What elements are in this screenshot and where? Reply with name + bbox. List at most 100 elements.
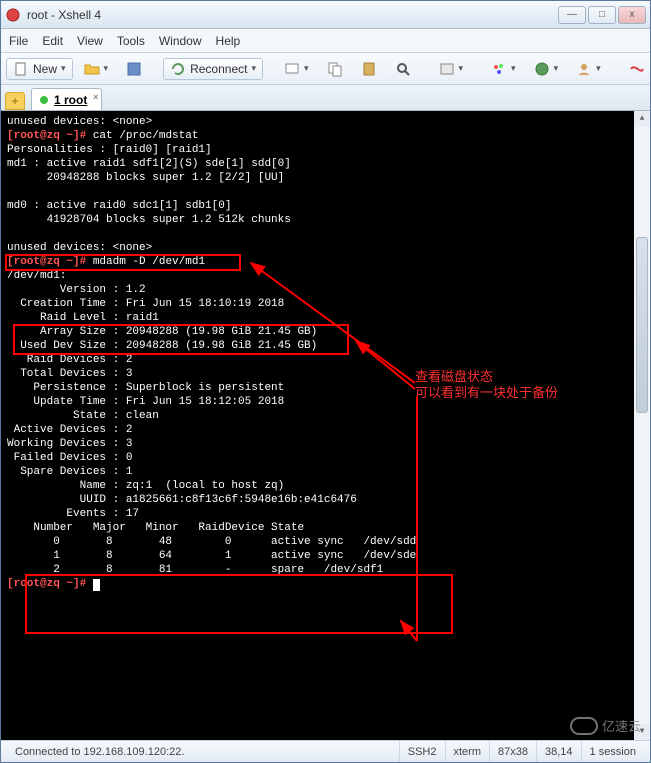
- menu-view[interactable]: View: [77, 34, 103, 48]
- minimize-button[interactable]: —: [558, 6, 586, 24]
- copy-button[interactable]: [320, 58, 350, 80]
- term-line: Active Devices : 2: [7, 423, 644, 437]
- menu-tools[interactable]: Tools: [117, 34, 145, 48]
- term-line: Number Major Minor RaidDevice State: [7, 521, 644, 535]
- app-window: root - Xshell 4 — □ x File Edit View Too…: [0, 0, 651, 763]
- term-line: Personalities : [raid0] [raid1]: [7, 143, 644, 157]
- globe-button[interactable]: [527, 58, 566, 80]
- term-line: Raid Level : raid1: [7, 311, 644, 325]
- cursor: [93, 579, 100, 591]
- term-line: Creation Time : Fri Jun 15 18:10:19 2018: [7, 297, 644, 311]
- prompt: [root@zq ~]#: [7, 130, 93, 142]
- term-line: State : clean: [7, 409, 644, 423]
- window-title: root - Xshell 4: [27, 8, 558, 22]
- term-line: md0 : active raid0 sdc1[1] sdb1[0]: [7, 199, 644, 213]
- status-pos: 38,14: [536, 741, 581, 762]
- prompt: [root@zq ~]#: [7, 578, 93, 590]
- scroll-up-icon[interactable]: ▲: [634, 111, 650, 127]
- globe-icon: [534, 61, 550, 77]
- term-line: [7, 227, 644, 241]
- maximize-button[interactable]: □: [588, 6, 616, 24]
- term-line: 41928704 blocks super 1.2 512k chunks: [7, 213, 644, 227]
- tab-1-root[interactable]: 1 root ×: [31, 88, 102, 110]
- tab-label: 1 root: [54, 93, 87, 107]
- add-tab-button[interactable]: +: [5, 92, 25, 110]
- new-button[interactable]: New: [6, 58, 73, 80]
- term-line: 20948288 blocks super 1.2 [2/2] [UU]: [7, 171, 644, 185]
- colors-button[interactable]: [484, 58, 523, 80]
- command: mdadm -D /dev/md1: [93, 256, 205, 268]
- term-line: Persistence : Superblock is persistent: [7, 381, 644, 395]
- term-line: 2 8 81 - spare /dev/sdf1: [7, 563, 644, 577]
- term-line: md1 : active raid1 sdf1[2](S) sde[1] sdd…: [7, 157, 644, 171]
- status-protocol: SSH2: [399, 741, 445, 762]
- term-line: 1 8 64 1 active sync /dev/sde: [7, 549, 644, 563]
- term-line: Events : 17: [7, 507, 644, 521]
- term-line: Raid Devices : 2: [7, 353, 644, 367]
- term-line: Name : zq:1 (local to host zq): [7, 479, 644, 493]
- menu-help[interactable]: Help: [216, 34, 241, 48]
- prompt: [root@zq ~]#: [7, 256, 93, 268]
- close-button[interactable]: x: [618, 6, 646, 24]
- terminal[interactable]: unused devices: <none> [root@zq ~]# cat …: [1, 111, 650, 740]
- toolbar: New Reconnect: [1, 53, 650, 85]
- term-line: unused devices: <none>: [7, 115, 644, 129]
- save-button[interactable]: [119, 58, 149, 80]
- terminal-scrollbar[interactable]: ▲ ▼: [634, 111, 650, 740]
- copy-icon: [327, 61, 343, 77]
- status-size: 87x38: [489, 741, 536, 762]
- term-line: Array Size : 20948288 (19.98 GiB 21.45 G…: [7, 325, 644, 339]
- watermark: 亿速云: [570, 716, 641, 735]
- props-button[interactable]: [432, 58, 471, 80]
- search-button[interactable]: [388, 58, 418, 80]
- term-line: Total Devices : 3: [7, 367, 644, 381]
- app-icon: [5, 7, 21, 23]
- term-line: [root@zq ~]# mdadm -D /dev/md1: [7, 255, 644, 269]
- window-buttons: — □ x: [558, 6, 646, 24]
- menu-window[interactable]: Window: [159, 34, 202, 48]
- paste-button[interactable]: [354, 58, 384, 80]
- profile-button[interactable]: [569, 58, 608, 80]
- tab-close-button[interactable]: ×: [93, 92, 98, 102]
- props-icon: [439, 61, 455, 77]
- term-line: Spare Devices : 1: [7, 465, 644, 479]
- scroll-thumb[interactable]: [636, 237, 648, 413]
- profile-icon: [576, 61, 592, 77]
- command: cat /proc/mdstat: [93, 130, 199, 142]
- open-button[interactable]: [77, 58, 116, 80]
- term-line: Working Devices : 3: [7, 437, 644, 451]
- term-line: [root@zq ~]#: [7, 577, 644, 591]
- new-label: New: [33, 62, 57, 76]
- red-arrow-icon: [629, 61, 645, 77]
- screen-button[interactable]: [277, 58, 316, 80]
- term-line: Update Time : Fri Jun 15 18:12:05 2018: [7, 395, 644, 409]
- color-palette-icon: [491, 61, 507, 77]
- folder-open-icon: [84, 61, 100, 77]
- search-icon: [395, 61, 411, 77]
- connection-status-icon: [40, 96, 48, 104]
- term-line: [7, 185, 644, 199]
- term-line: Version : 1.2: [7, 283, 644, 297]
- term-line: Failed Devices : 0: [7, 451, 644, 465]
- reconnect-button[interactable]: Reconnect: [163, 58, 263, 80]
- status-sessions: 1 session: [581, 741, 644, 762]
- term-line: unused devices: <none>: [7, 241, 644, 255]
- watermark-text: 亿速云: [602, 716, 641, 735]
- save-icon: [126, 61, 142, 77]
- term-line: UUID : a1825661:c8f13c6f:5948e16b:e41c64…: [7, 493, 644, 507]
- statusbar: Connected to 192.168.109.120:22. SSH2 xt…: [1, 740, 650, 762]
- menu-edit[interactable]: Edit: [42, 34, 63, 48]
- status-term: xterm: [445, 741, 490, 762]
- reconnect-icon: [170, 61, 186, 77]
- sftp-button[interactable]: [622, 58, 651, 80]
- tabbar: + 1 root ×: [1, 85, 650, 111]
- new-file-icon: [13, 61, 29, 77]
- reconnect-label: Reconnect: [190, 62, 247, 76]
- status-connection: Connected to 192.168.109.120:22.: [7, 741, 399, 762]
- term-line: Used Dev Size : 20948288 (19.98 GiB 21.4…: [7, 339, 644, 353]
- term-line: [root@zq ~]# cat /proc/mdstat: [7, 129, 644, 143]
- term-line: /dev/md1:: [7, 269, 644, 283]
- titlebar: root - Xshell 4 — □ x: [1, 1, 650, 29]
- menu-file[interactable]: File: [9, 34, 28, 48]
- paste-icon: [361, 61, 377, 77]
